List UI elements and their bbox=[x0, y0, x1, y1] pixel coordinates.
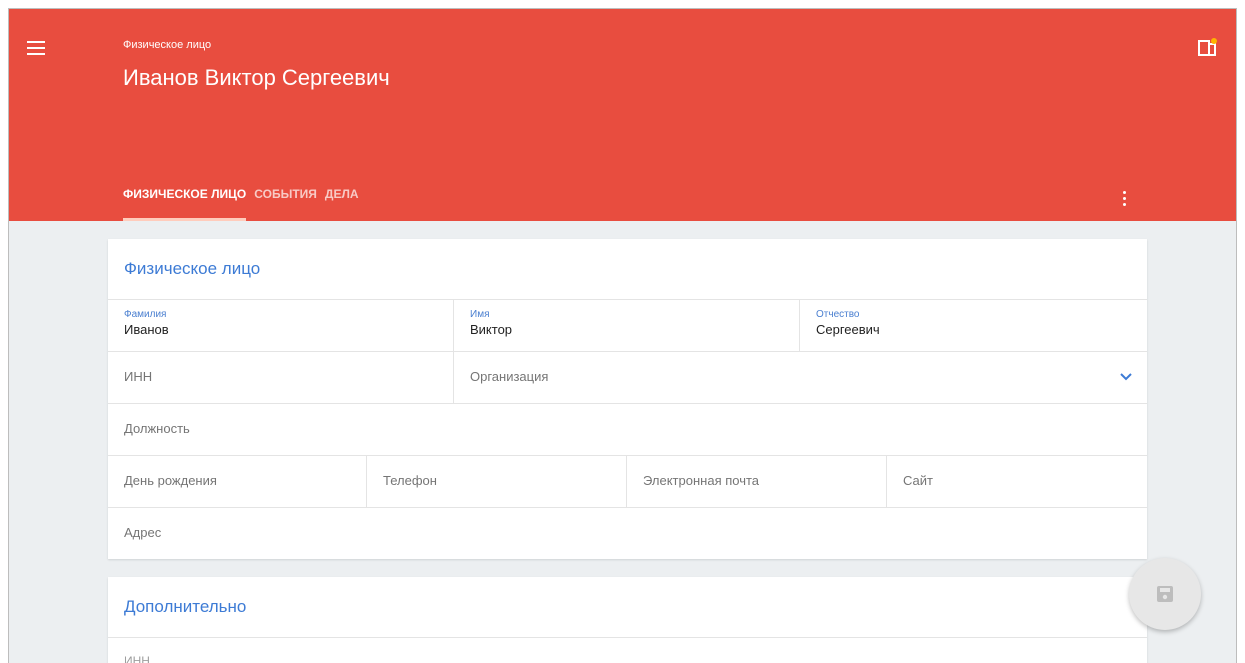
phone-field[interactable]: Телефон bbox=[367, 456, 627, 507]
patronymic-value: Сергеевич bbox=[816, 322, 880, 337]
page-subtitle: Физическое лицо bbox=[123, 39, 212, 51]
chevron-down-icon[interactable] bbox=[1119, 370, 1133, 384]
address-field[interactable]: Адрес bbox=[108, 508, 1147, 559]
birthday-placeholder: День рождения bbox=[124, 473, 217, 488]
position-placeholder: Должность bbox=[124, 421, 190, 436]
more-options-icon[interactable] bbox=[1123, 191, 1127, 207]
inn-placeholder: ИНН bbox=[124, 369, 153, 384]
surname-field[interactable]: Фамилия Иванов bbox=[108, 300, 454, 351]
name-value: Виктор bbox=[470, 322, 513, 337]
phone-placeholder: Телефон bbox=[383, 473, 437, 488]
additional-first-field[interactable]: ИНН bbox=[108, 638, 150, 663]
site-placeholder: Сайт bbox=[903, 473, 933, 488]
address-placeholder: Адрес bbox=[124, 525, 162, 540]
person-card: Физическое лицо Фамилия Иванов Имя Викто… bbox=[108, 239, 1147, 559]
app-bar: Физическое лицо Иванов Виктор Сергеевич … bbox=[9, 9, 1236, 221]
tab-bar: Физическое лицо События Дела bbox=[123, 187, 367, 221]
patronymic-field[interactable]: Отчество Сергеевич bbox=[800, 300, 1147, 351]
additional-card: Дополнительно ИНН bbox=[108, 577, 1147, 663]
position-row: Должность bbox=[108, 403, 1147, 455]
position-field[interactable]: Должность bbox=[108, 404, 1147, 455]
tab-cases[interactable]: Дела bbox=[325, 187, 359, 221]
patronymic-label: Отчество bbox=[816, 309, 860, 320]
menu-icon[interactable] bbox=[27, 41, 45, 55]
save-icon bbox=[1157, 586, 1173, 602]
inn-org-row: ИНН Организация bbox=[108, 351, 1147, 403]
tab-events[interactable]: События bbox=[254, 187, 317, 221]
address-row: Адрес bbox=[108, 507, 1147, 559]
birthday-field[interactable]: День рождения bbox=[108, 456, 367, 507]
surname-value: Иванов bbox=[124, 322, 169, 337]
app-frame: Физическое лицо Иванов Виктор Сергеевич … bbox=[8, 8, 1237, 663]
email-field[interactable]: Электронная почта bbox=[627, 456, 887, 507]
surname-label: Фамилия bbox=[124, 309, 167, 320]
email-placeholder: Электронная почта bbox=[643, 473, 760, 488]
card-title-additional: Дополнительно bbox=[124, 597, 247, 616]
page-title: Иванов Виктор Сергеевич bbox=[123, 65, 390, 90]
name-label: Имя bbox=[470, 309, 490, 320]
contacts-row: День рождения Телефон Электронная почта … bbox=[108, 455, 1147, 507]
name-field[interactable]: Имя Виктор bbox=[454, 300, 800, 351]
save-button[interactable] bbox=[1129, 558, 1201, 630]
tab-person[interactable]: Физическое лицо bbox=[123, 187, 247, 221]
organization-select[interactable]: Организация bbox=[454, 352, 1147, 403]
site-field[interactable]: Сайт bbox=[887, 456, 1147, 507]
organization-placeholder: Организация bbox=[470, 369, 549, 384]
additional-row: ИНН bbox=[108, 637, 1147, 663]
card-title-person: Физическое лицо bbox=[124, 259, 261, 278]
document-icon[interactable] bbox=[1198, 38, 1218, 58]
inn-field[interactable]: ИНН bbox=[108, 352, 454, 403]
name-row: Фамилия Иванов Имя Виктор Отчество Серге… bbox=[108, 299, 1147, 351]
